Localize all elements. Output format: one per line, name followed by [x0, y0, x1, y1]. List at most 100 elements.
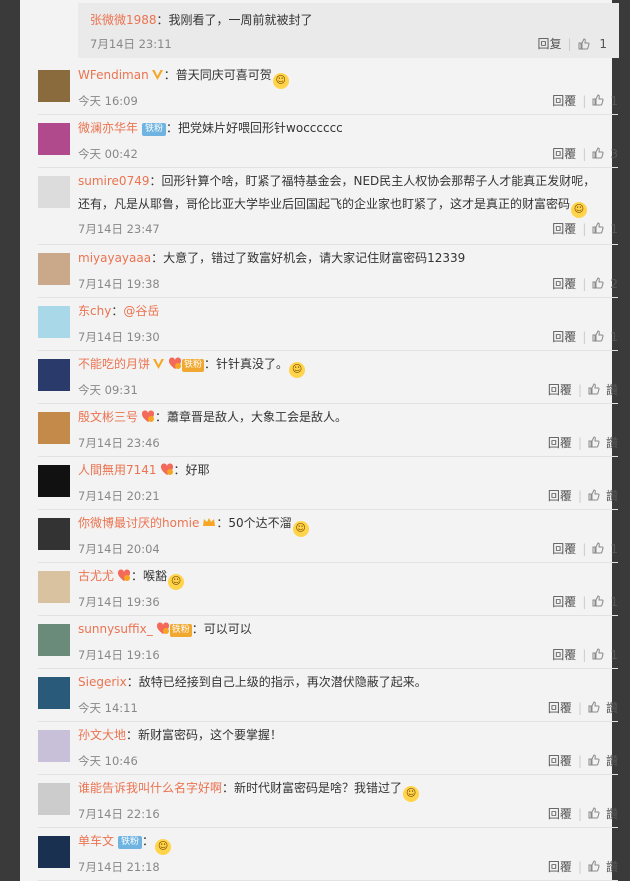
avatar[interactable] — [38, 253, 70, 285]
avatar[interactable] — [38, 412, 70, 444]
reply-button[interactable]: 回覆 — [552, 646, 576, 663]
thumbs-up-icon[interactable] — [592, 648, 604, 660]
avatar[interactable] — [38, 518, 70, 550]
comment-time: 7月14日 19:38 — [78, 277, 160, 291]
like-count: 1 — [610, 541, 618, 556]
comment-time: 今天 10:46 — [78, 754, 138, 768]
comment-user-link[interactable]: 古尤尤 — [78, 569, 114, 583]
thumbs-up-icon[interactable] — [592, 595, 604, 607]
comment-text-continued: 还有，凡是从耶鲁，哥伦比亚大学毕业后回国起飞的企业家也盯紧了，这才是真正的财富密… — [78, 195, 588, 218]
reply-button[interactable]: 回覆 — [552, 145, 576, 162]
thumbs-up-icon[interactable] — [592, 542, 604, 554]
reply-button[interactable]: 回覆 — [548, 487, 572, 504]
comment-actions: 回覆 | 1 — [552, 92, 618, 109]
thumbs-up-icon[interactable] — [588, 807, 600, 819]
comment-user-link[interactable]: 不能吃的月饼 — [78, 357, 150, 371]
avatar[interactable] — [38, 70, 70, 102]
comment-user-link[interactable]: sunnysuffix_ — [78, 622, 153, 636]
separator: | — [577, 435, 582, 450]
comment-user-link[interactable]: 人間無用7141 — [78, 463, 157, 477]
like-count: 1 — [610, 93, 618, 108]
reply-button[interactable]: 回覆 — [548, 858, 572, 875]
avatar[interactable] — [38, 359, 70, 391]
avatar[interactable] — [38, 306, 70, 338]
like-count: 讚 — [605, 754, 618, 768]
comment-body: 你微博最讨厌的homie ：50个达不溜 ☺ — [78, 515, 309, 537]
thumbs-up-icon[interactable] — [588, 860, 600, 872]
emoji-icon: ☺ — [571, 202, 588, 218]
avatar[interactable] — [38, 624, 70, 656]
reply-button[interactable]: 回覆 — [552, 540, 576, 557]
comment-actions: 回覆 | 1 — [552, 593, 618, 610]
thumbs-up-icon[interactable] — [588, 436, 600, 448]
comment-user-link[interactable]: sumire0749 — [78, 174, 149, 188]
fan-heart-icon — [168, 357, 182, 369]
avatar[interactable] — [38, 176, 70, 208]
avatar[interactable] — [38, 677, 70, 709]
thumbs-up-icon[interactable] — [592, 330, 604, 342]
comment-user-link[interactable]: 东chy — [78, 304, 111, 318]
comment-actions: 回覆 | 讚 — [548, 858, 618, 875]
iron-fan-badge: 铁粉 — [169, 624, 192, 637]
comment-user-link[interactable]: 单车文 — [78, 834, 114, 848]
reply-button[interactable]: 回复 — [537, 37, 561, 51]
comment-text: ：大意了，错过了致富好机会，请大家记住财富密码12339 — [151, 251, 466, 265]
thumbs-up-icon[interactable] — [588, 754, 600, 766]
comment-user-link[interactable]: Siegerix — [78, 675, 127, 689]
reply-button[interactable]: 回覆 — [552, 593, 576, 610]
comment-user-link[interactable]: miyayayaaa — [78, 251, 151, 265]
comment-body: WFendiman ：普天同庆可喜可贺 ☺ — [78, 67, 289, 89]
comment-actions: 回覆 | 讚 — [548, 699, 618, 716]
thumbs-up-icon[interactable] — [592, 147, 604, 159]
reply-button[interactable]: 回覆 — [552, 275, 576, 292]
comment-body: 人間無用7141 ：好耶 — [78, 462, 210, 478]
reply-button[interactable]: 回覆 — [548, 699, 572, 716]
reply-button[interactable]: 回覆 — [552, 92, 576, 109]
reply-button[interactable]: 回覆 — [548, 752, 572, 769]
like-count: 讚 — [605, 436, 618, 450]
thumbs-up-icon[interactable] — [578, 38, 590, 50]
comment-time: 今天 00:42 — [78, 147, 138, 161]
comment-item: miyayayaaa：大意了，错过了致富好机会，请大家记住财富密码12339 7月… — [38, 244, 618, 298]
thumbs-up-icon[interactable] — [588, 701, 600, 713]
comment-text: ：回形针算个啥，盯紧了福特基金会，NED民主人权协会那帮子人才能真正发财呢， — [149, 174, 596, 188]
comment-text: ：普天同庆可喜可贺 — [163, 68, 272, 82]
comment-actions: 回覆 | 1 — [552, 646, 618, 663]
comment-item: WFendiman ：普天同庆可喜可贺 ☺ 今天 16:09 回覆 | 1 — [38, 61, 618, 115]
avatar[interactable] — [38, 465, 70, 497]
comment-user-link[interactable]: 微澜亦华年 — [78, 121, 138, 135]
reply-button[interactable]: 回覆 — [548, 381, 572, 398]
comment-item: 古尤尤 ：喉豁 ☺ 7月14日 19:36 回覆 | 1 — [38, 562, 618, 616]
reply-button[interactable]: 回覆 — [548, 434, 572, 451]
comment-text: ：针针真没了。 — [204, 357, 289, 371]
mention-link[interactable]: @谷岳 — [123, 304, 159, 318]
avatar[interactable] — [38, 783, 70, 815]
comment-actions: 回覆 | 讚 — [548, 752, 618, 769]
comment-user-link[interactable]: 殷文彬三号 — [78, 410, 138, 424]
avatar[interactable] — [38, 123, 70, 155]
reply-button[interactable]: 回覆 — [552, 220, 576, 237]
like-count: 1 — [599, 37, 607, 51]
comment-text: ：敌特已经接到自己上级的指示，再次潜伏隐蔽了起来。 — [126, 675, 427, 689]
reply-button[interactable]: 回覆 — [548, 805, 572, 822]
thumbs-up-icon[interactable] — [592, 94, 604, 106]
like-count: 2 — [610, 276, 618, 291]
comment-time: 7月14日 21:18 — [78, 860, 160, 874]
reply-button[interactable]: 回覆 — [552, 328, 576, 345]
thumbs-up-icon[interactable] — [592, 222, 604, 234]
separator: | — [582, 221, 587, 236]
comment-user-link[interactable]: 孙文大地 — [78, 728, 126, 742]
thumbs-up-icon[interactable] — [588, 383, 600, 395]
comment-actions: 回覆 | 1 — [552, 540, 618, 557]
comment-user-link[interactable]: 谁能告诉我叫什么名字好啊 — [78, 781, 222, 795]
thumbs-up-icon[interactable] — [588, 489, 600, 501]
avatar[interactable] — [38, 730, 70, 762]
comment-user-link[interactable]: 你微博最讨厌的homie — [78, 516, 199, 530]
emoji-icon: ☺ — [289, 362, 306, 378]
thumbs-up-icon[interactable] — [592, 277, 604, 289]
avatar[interactable] — [38, 836, 70, 868]
avatar[interactable] — [38, 571, 70, 603]
comment-item: 殷文彬三号 ：蕭章晋是敌人，大象工会是敌人。 7月14日 23:46 回覆 | 讚 — [38, 403, 618, 457]
reply-user-link[interactable]: 张微微1988 — [90, 13, 157, 27]
comment-user-link[interactable]: WFendiman — [78, 68, 149, 82]
